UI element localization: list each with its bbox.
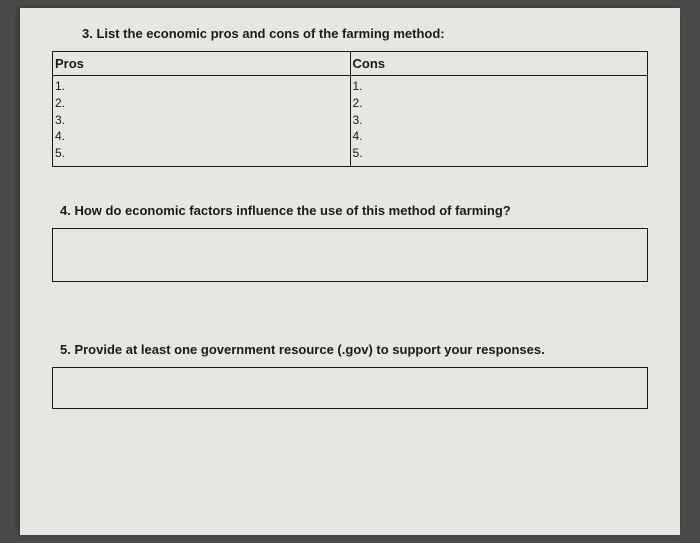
cons-item: 4. — [353, 128, 646, 145]
header-pros: Pros — [53, 52, 351, 75]
pros-column: 1. 2. 3. 4. 5. — [53, 76, 351, 166]
table-header-row: Pros Cons — [53, 52, 647, 76]
question-5-prompt: 5. Provide at least one government resou… — [60, 342, 652, 357]
cons-column: 1. 2. 3. 4. 5. — [351, 76, 648, 166]
table-body: 1. 2. 3. 4. 5. 1. 2. 3. 4. 5. — [53, 76, 647, 166]
cons-item: 1. — [353, 78, 646, 95]
question-5-answer-box — [52, 367, 648, 409]
question-3-prompt: 3. List the economic pros and cons of th… — [82, 26, 652, 41]
pros-item: 5. — [55, 145, 348, 162]
header-cons: Cons — [351, 52, 648, 75]
cons-item: 2. — [353, 95, 646, 112]
pros-cons-table: Pros Cons 1. 2. 3. 4. 5. 1. 2. 3. 4. 5. — [52, 51, 648, 167]
question-4-answer-box — [52, 228, 648, 282]
cons-item: 5. — [353, 145, 646, 162]
pros-item: 3. — [55, 112, 348, 129]
pros-item: 2. — [55, 95, 348, 112]
worksheet-page: 3. List the economic pros and cons of th… — [20, 8, 680, 535]
cons-item: 3. — [353, 112, 646, 129]
pros-item: 1. — [55, 78, 348, 95]
pros-item: 4. — [55, 128, 348, 145]
question-4-prompt: 4. How do economic factors influence the… — [60, 203, 652, 218]
